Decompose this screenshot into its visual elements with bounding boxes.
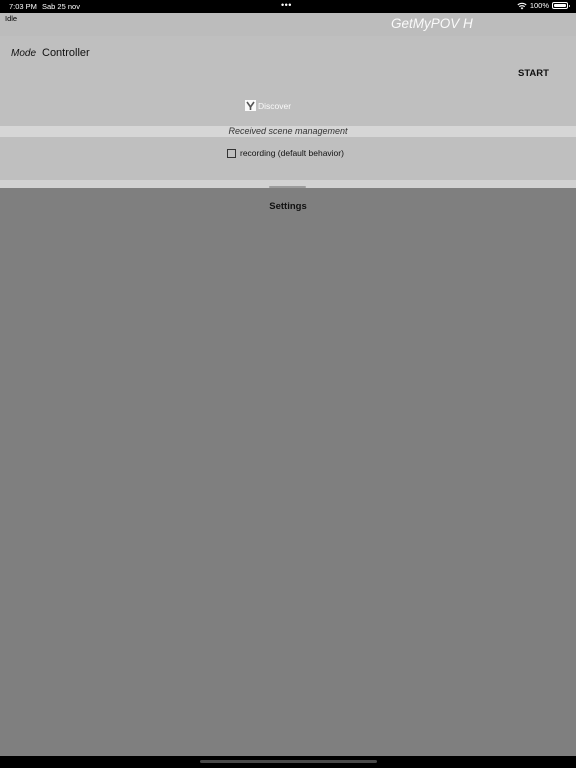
recording-toggle[interactable]: recording (default behavior) bbox=[227, 148, 344, 158]
recording-label: recording (default behavior) bbox=[240, 148, 344, 158]
status-time: 7:03 PM bbox=[9, 2, 37, 11]
mode-label: Mode bbox=[11, 48, 37, 59]
controller-panel: Mode Controller START Discover bbox=[0, 36, 576, 126]
scene-panel: recording (default behavior) bbox=[0, 137, 576, 180]
discover-label: Discover bbox=[258, 100, 292, 111]
app-header: Idle GetMyPOV H bbox=[0, 13, 576, 36]
sheet-grabber-handle[interactable] bbox=[269, 186, 306, 188]
status-bar: 7:03 PM Sab 25 nov ••• 100% bbox=[0, 0, 576, 13]
status-date: Sab 25 nov bbox=[42, 2, 80, 11]
settings-title: Settings bbox=[269, 201, 307, 212]
multitasking-dots[interactable]: ••• bbox=[281, 0, 292, 10]
section-title: Received scene management bbox=[228, 126, 348, 136]
mode-value[interactable]: Controller bbox=[42, 47, 90, 59]
app-title: GetMyPOV H bbox=[391, 16, 473, 31]
status-right: 100% bbox=[517, 1, 570, 10]
battery-icon bbox=[552, 2, 570, 9]
discover-toggle[interactable]: Discover bbox=[245, 100, 291, 111]
scene-section-header: Received scene management bbox=[0, 126, 576, 137]
wifi-icon bbox=[517, 2, 527, 9]
start-button[interactable]: START bbox=[518, 68, 549, 79]
connection-status: Idle bbox=[5, 14, 18, 23]
checkbox-checked-icon[interactable] bbox=[245, 100, 256, 111]
battery-percent: 100% bbox=[529, 1, 549, 10]
home-indicator[interactable] bbox=[200, 760, 377, 763]
checkbox-unchecked-icon[interactable] bbox=[227, 148, 236, 158]
